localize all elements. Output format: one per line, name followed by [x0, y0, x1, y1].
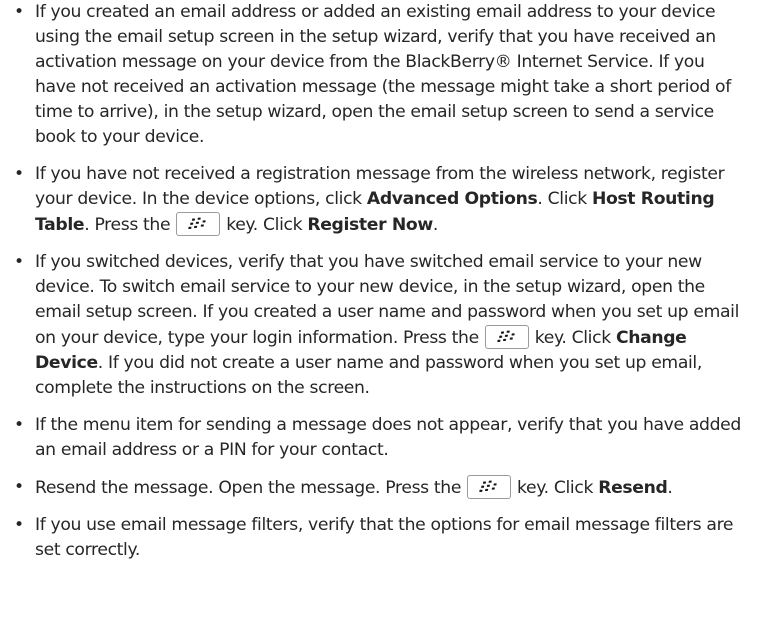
register-now-label: Register Now: [307, 215, 433, 235]
item-text: .: [432, 215, 438, 235]
list-item-activation-message: If you created an email address or added…: [10, 0, 750, 150]
item-text: If the menu item for sending a message d…: [35, 415, 741, 460]
item-text: If you use email message filters, verify…: [35, 515, 734, 560]
list-item-resend: Resend the message. Open the message. Pr…: [10, 475, 750, 501]
list-item-message-filters: If you use email message filters, verify…: [10, 513, 750, 563]
item-text: key. Click: [517, 478, 599, 498]
item-text: key. Click: [226, 215, 308, 235]
list-item-registration-message: If you have not received a registration …: [10, 162, 750, 238]
resend-label: Resend: [598, 478, 668, 498]
troubleshooting-list: If you created an email address or added…: [10, 0, 750, 575]
list-item-switched-devices: If you switched devices, verify that you…: [10, 250, 750, 401]
list-item-menu-item-missing: If the menu item for sending a message d…: [10, 413, 750, 463]
item-text: . Press the: [84, 215, 171, 235]
item-text: Resend the message. Open the message. Pr…: [35, 478, 462, 498]
item-text: . Click: [537, 189, 592, 209]
blackberry-menu-key-icon: [176, 212, 221, 236]
item-text: .: [667, 478, 673, 498]
item-text: If you created an email address or added…: [35, 2, 731, 147]
blackberry-menu-key-icon: [467, 475, 512, 499]
blackberry-menu-key-icon: [484, 325, 529, 349]
advanced-options-label: Advanced Options: [366, 189, 538, 209]
item-text: . If you did not create a user name and …: [35, 353, 702, 398]
item-text: key. Click: [534, 328, 616, 348]
